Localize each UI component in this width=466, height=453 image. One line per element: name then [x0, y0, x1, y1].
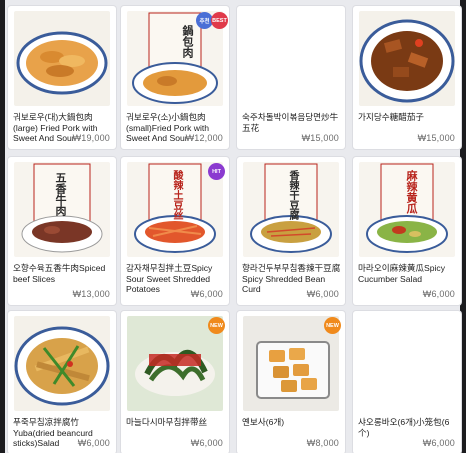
menu-item-photo: 五香牛肉	[14, 162, 110, 257]
hit-badge: HIT	[208, 163, 225, 180]
poster-text: 麻辣黄瓜	[405, 170, 418, 214]
menu-item-card[interactable]: NEW 마늘다시마무침拌带丝 ₩6,000	[121, 311, 229, 453]
menu-item-card[interactable]: 궈보로우(대)大鍋包肉(large) Fried Pork with Sweet…	[8, 6, 116, 149]
menu-item-card[interactable]: 가지당수糖醋茄子 ₩15,000	[353, 6, 461, 149]
menu-item-card[interactable]: 麻辣黄瓜 마라오이麻辣黄瓜Spicy Cucumber Salad ₩6,000	[353, 157, 461, 305]
menu-grid: 궈보로우(대)大鍋包肉(large) Fried Pork with Sweet…	[5, 4, 461, 453]
menu-item-photo	[14, 11, 110, 106]
menu-item-price: ₩6,000	[190, 438, 223, 448]
new-badge: NEW	[324, 317, 341, 334]
menu-item-price: ₩6,000	[306, 289, 339, 299]
menu-item-name: 가지당수糖醋茄子	[358, 112, 425, 122]
poster-text: 香辣干豆腐	[287, 170, 298, 220]
menu-item-price: ₩15,000	[417, 133, 455, 143]
poster-text: 五香牛肉	[54, 172, 67, 216]
menu-item-price: ₩6,000	[77, 438, 110, 448]
poster-text: 鍋包肉	[181, 25, 194, 58]
menu-item-price: ₩8,000	[306, 438, 339, 448]
menu-item-card[interactable]: 숙주차돌박이볶음당면炒牛五花 ₩15,000	[237, 6, 345, 149]
menu-item-photo	[359, 11, 455, 106]
menu-item-name: 옌보사(6개)	[242, 417, 285, 427]
menu-item-price: ₩13,000	[72, 289, 110, 299]
poster-text: 酸辣土豆丝	[171, 170, 182, 220]
menu-item-card[interactable]: 샤오롱바오(6개)小笼包(6个) ₩6,000	[353, 311, 461, 453]
menu-item-card[interactable]: NEW 옌보사(6개) ₩8,000	[237, 311, 345, 453]
menu-item-price: ₩6,000	[422, 438, 455, 448]
menu-item-name: 마라오이麻辣黄瓜Spicy Cucumber Salad	[358, 263, 446, 284]
best-badge: BEST	[211, 12, 228, 29]
menu-item-price: ₩6,000	[422, 289, 455, 299]
menu-item-card[interactable]: 鍋包肉 추천 BEST 궈보로우(소)小鍋包肉(small)Fried Pork…	[121, 6, 229, 149]
menu-item-card[interactable]: 酸辣土豆丝 HIT 감자채무침拌土豆Spicy Sour Sweet Shred…	[121, 157, 229, 305]
menu-item-photo	[14, 316, 110, 411]
new-badge: NEW	[208, 317, 225, 334]
menu-item-price: ₩15,000	[301, 133, 339, 143]
menu-item-name: 마늘다시마무침拌带丝	[126, 417, 208, 427]
menu-item-photo: 麻辣黄瓜	[359, 162, 455, 257]
menu-item-name: 숙주차돌박이볶음당면炒牛五花	[242, 112, 339, 133]
menu-item-card[interactable]: 푸죽무침凉拌腐竹Yuba(dried beancurd sticks)Salad…	[8, 311, 116, 453]
menu-item-price: ₩6,000	[190, 289, 223, 299]
menu-item-card[interactable]: 五香牛肉 오향수육五香牛肉Spiced beef Slices ₩13,000	[8, 157, 116, 305]
menu-item-name: 샤오롱바오(6개)小笼包(6个)	[358, 417, 450, 438]
menu-item-name: 오향수육五香牛肉Spiced beef Slices	[13, 263, 106, 284]
menu-item-photo: 香辣干豆腐	[243, 162, 339, 257]
menu-item-price: ₩19,000	[72, 133, 110, 143]
menu-item-card[interactable]: 香辣干豆腐 향라건두부무침香辣干豆腐Spicy Shredded Bean Cu…	[237, 157, 345, 305]
menu-item-price: ₩12,000	[185, 133, 223, 143]
